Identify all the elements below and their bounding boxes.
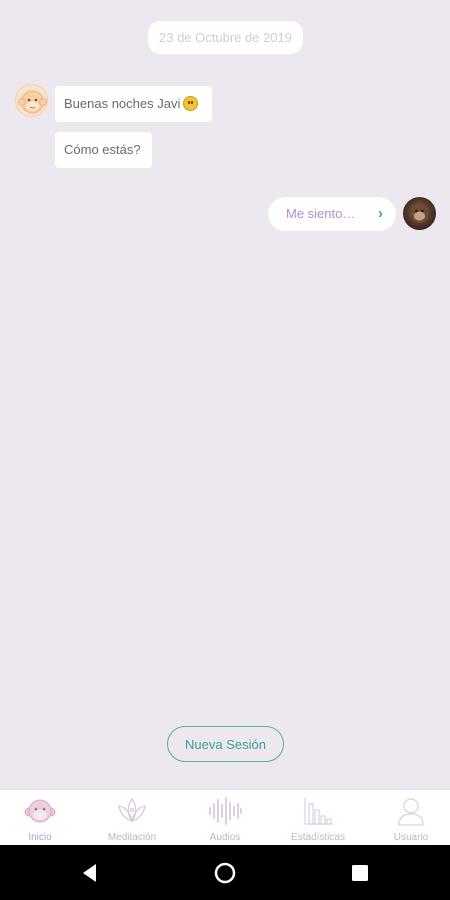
chat-screen: 23 de Octubre de 2019 Buenas noches Javi…: [0, 0, 450, 900]
home-icon[interactable]: [211, 859, 239, 887]
grinning-face-icon: [183, 96, 199, 111]
system-navigation-bar: [0, 845, 450, 900]
bot-message: Cómo estás?: [55, 132, 152, 168]
monkey-avatar-icon: [15, 84, 48, 117]
bar-chart-icon: [301, 796, 335, 831]
tab-label: Audios: [209, 832, 241, 843]
waveform-icon: [207, 796, 243, 831]
user-avatar: [403, 197, 436, 230]
date-label: 23 de Octubre de 2019: [148, 21, 303, 54]
bot-message: Buenas noches Javi: [55, 86, 212, 122]
chevron-right-icon: ›: [378, 205, 383, 222]
tab-label: Estadísticas: [291, 832, 345, 843]
lotus-icon: [115, 796, 149, 831]
bot-message-text: Buenas noches Javi: [64, 96, 181, 111]
tab-inicio[interactable]: Inicio: [0, 790, 83, 846]
back-icon[interactable]: [76, 859, 104, 887]
tab-label: Inicio: [28, 832, 52, 843]
new-session-button[interactable]: Nueva Sesión: [167, 726, 284, 762]
bot-message-text: Cómo estás?: [64, 142, 141, 157]
tab-audios[interactable]: Audios: [182, 790, 268, 846]
bottom-tab-bar: Inicio Meditación Audios Estadísticas Us…: [0, 789, 450, 845]
tab-usuario[interactable]: Usuario: [368, 790, 450, 846]
reply-button[interactable]: Me siento… ›: [268, 197, 396, 231]
monkey-face-icon: [23, 796, 57, 831]
recents-icon[interactable]: [346, 859, 374, 887]
reply-button-label: Me siento…: [286, 206, 356, 221]
tab-label: Usuario: [393, 832, 429, 843]
tab-label: Meditación: [107, 832, 157, 843]
user-icon: [394, 796, 428, 831]
tab-estadisticas[interactable]: Estadísticas: [275, 790, 361, 846]
tab-meditacion[interactable]: Meditación: [89, 790, 175, 846]
